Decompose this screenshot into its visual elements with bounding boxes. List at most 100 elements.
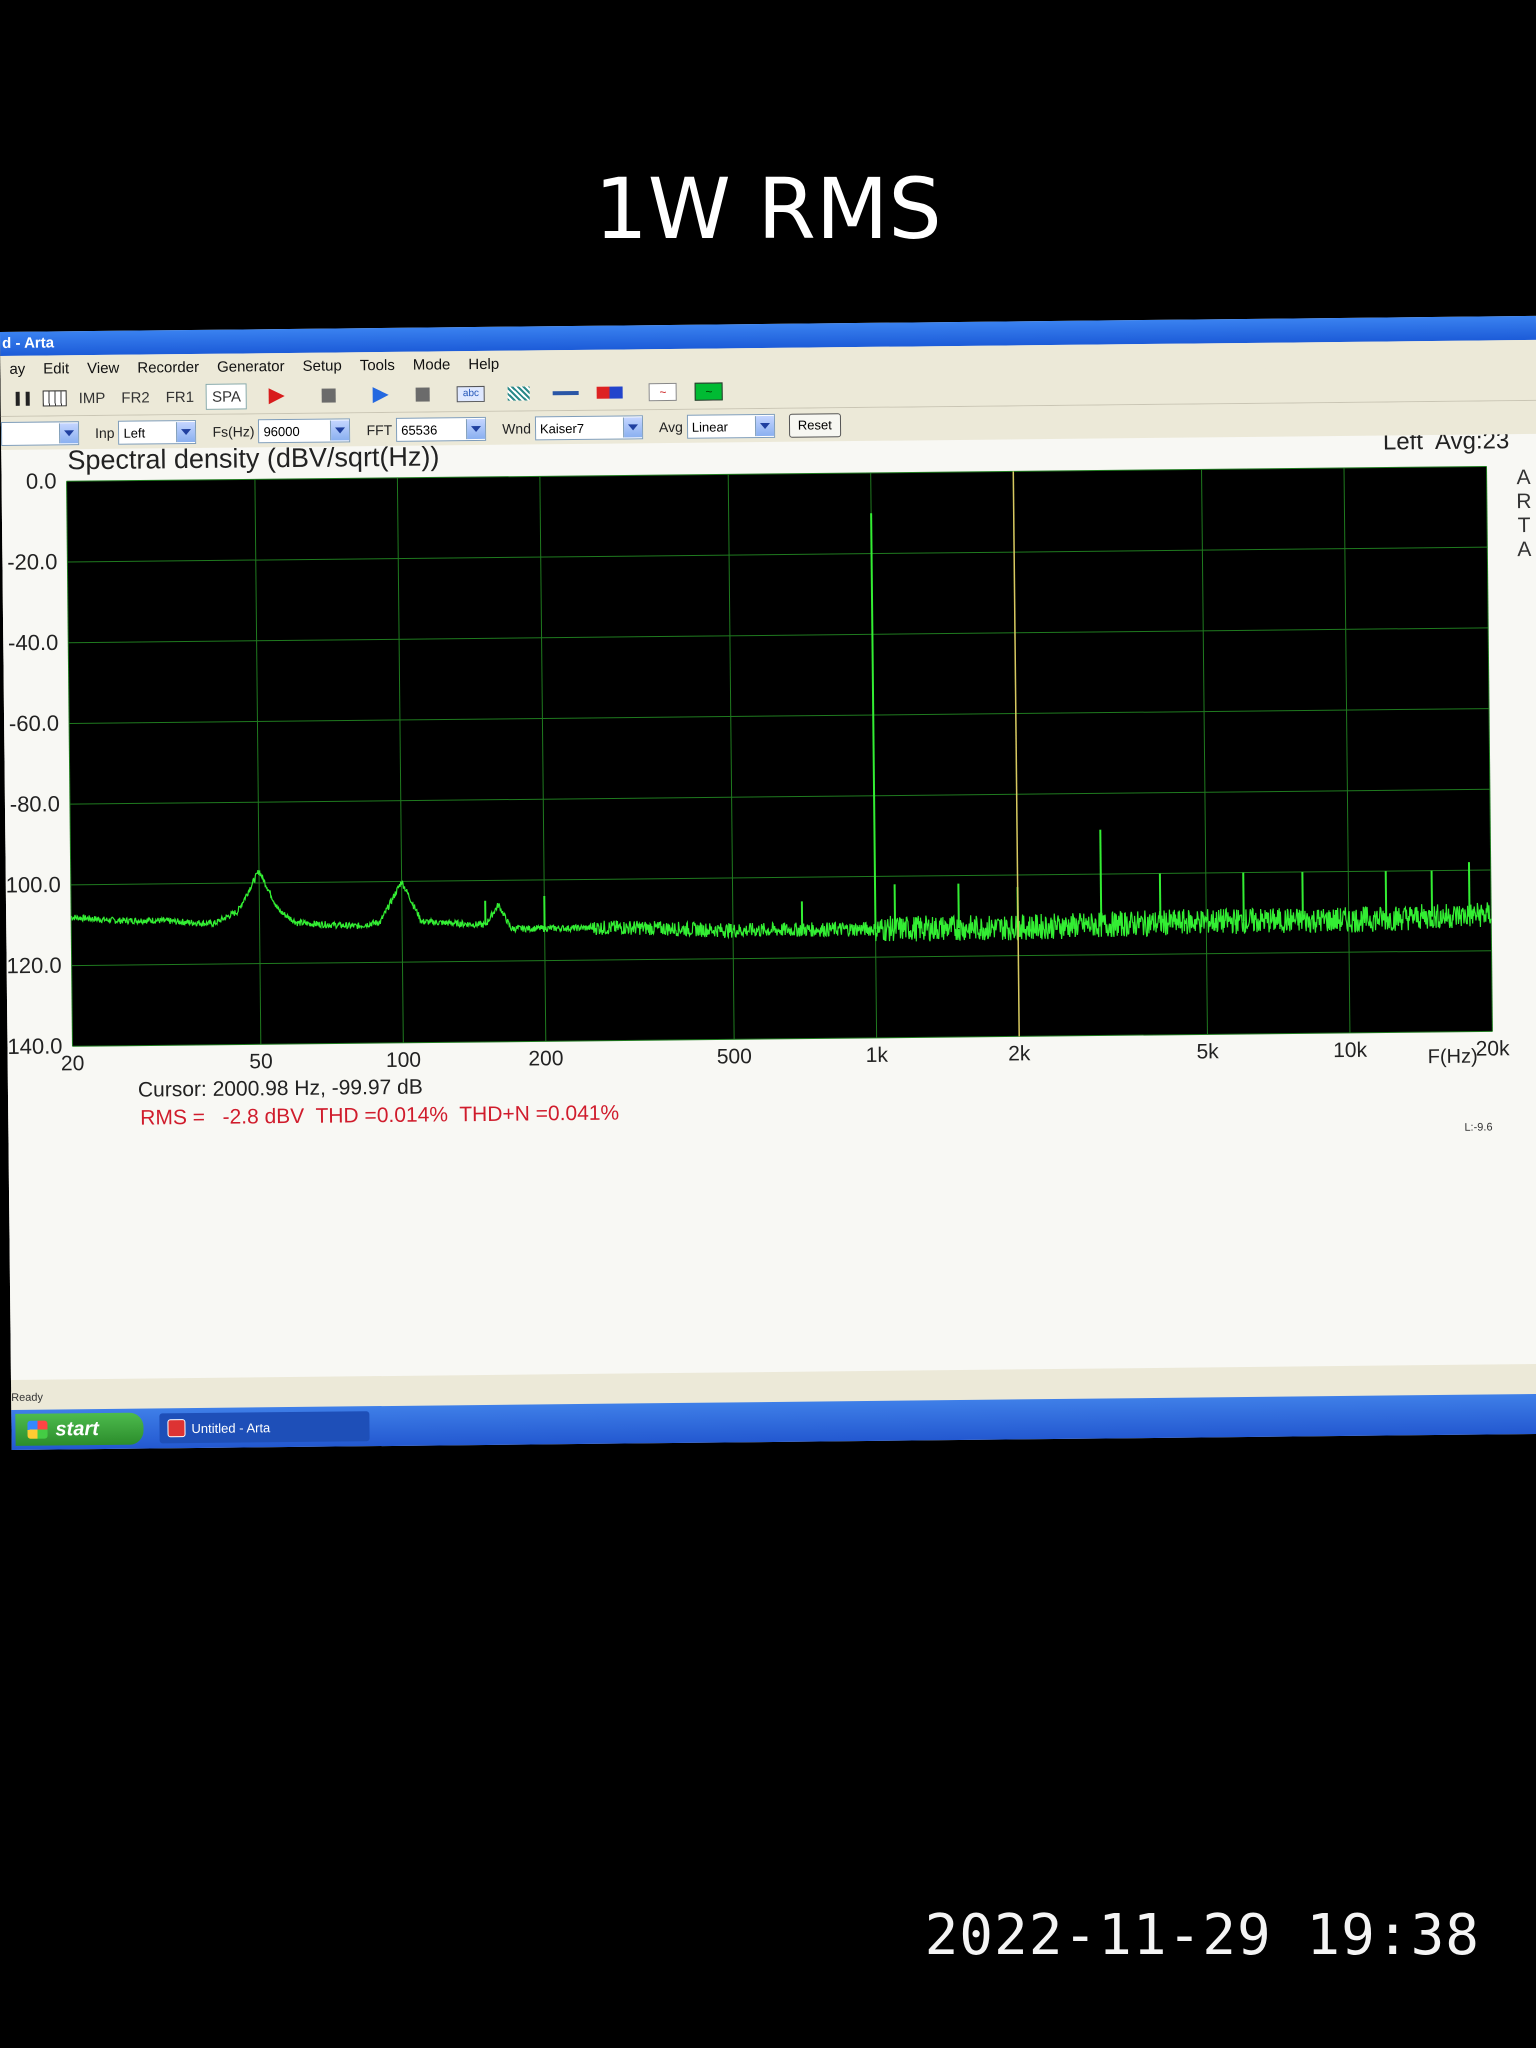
channels-button[interactable] — [596, 380, 623, 404]
cursor-readout: Cursor: 2000.98 Hz, -99.97 dB — [138, 1076, 423, 1102]
sine-wave-icon: ~ — [648, 382, 678, 402]
record-icon — [268, 388, 286, 405]
menu-generator[interactable]: Generator — [208, 357, 294, 376]
pause-icon — [15, 391, 30, 406]
grid-view-button[interactable] — [42, 386, 67, 410]
photo-timestamp: 2022-11-29 19:38 — [924, 1903, 1480, 1968]
slider-button[interactable] — [552, 381, 579, 405]
start-button[interactable]: start — [15, 1412, 144, 1446]
stop-icon — [415, 387, 431, 402]
arta-app-icon — [167, 1419, 186, 1438]
y-tick-label: -120.0 — [1, 953, 62, 979]
menu-play[interactable]: ay — [0, 360, 34, 377]
x-tick-label: 1k — [866, 1044, 889, 1067]
plot-panel: 0.0 -20.0 -40.0 -60.0 -80.0 -100.0 -120.0 -140.… — [0, 427, 1536, 1380]
window-value: Kaiser7 — [539, 420, 585, 436]
generator-button[interactable]: ~ — [648, 380, 678, 404]
chevron-down-icon — [58, 423, 79, 444]
menu-setup[interactable]: Setup — [293, 357, 350, 375]
stop-icon — [321, 388, 337, 403]
photo-caption: 1W RMS — [594, 160, 942, 258]
device-select[interactable] — [0, 421, 80, 446]
menu-help[interactable]: Help — [459, 355, 508, 373]
abc-button[interactable]: abc — [456, 382, 486, 406]
arta-logo: ARTA — [1516, 466, 1531, 561]
plot-background — [66, 466, 1493, 1047]
monitor-screen: d - Arta ay Edit View Recorder Generator… — [0, 315, 1536, 1450]
fft-label: FFT — [366, 421, 393, 439]
status-text: Ready — [11, 1391, 44, 1404]
y-tick-label: -80.0 — [10, 791, 60, 817]
spectral-peak — [1158, 873, 1162, 923]
stop-play-button[interactable] — [411, 382, 435, 406]
spectral-peak — [1242, 872, 1245, 922]
pause-button[interactable] — [11, 387, 35, 411]
chevron-down-icon — [330, 420, 350, 441]
input-channel-value: Left — [123, 424, 146, 441]
y-tick-label: -40.0 — [8, 630, 58, 656]
taskbar-item-label: Untitled - Arta — [191, 1419, 271, 1436]
y-tick-label: -100.0 — [1, 872, 61, 898]
y-tick-labels: 0.0 -20.0 -40.0 -60.0 -80.0 -100.0 -120.0 -140.… — [0, 468, 63, 1059]
avg-label: Avg — [658, 418, 683, 436]
fft-size-select[interactable]: 65536 — [396, 416, 487, 442]
arta-logo-letter: T — [1518, 514, 1531, 537]
menu-view[interactable]: View — [78, 359, 128, 377]
fr2-mode-button[interactable]: FR2 — [117, 385, 154, 409]
abc-icon: abc — [456, 385, 486, 403]
stop-record-button[interactable] — [317, 383, 341, 407]
window-select[interactable]: Kaiser7 — [534, 415, 644, 441]
input-channel-select[interactable]: Left — [118, 419, 197, 445]
chevron-down-icon — [754, 415, 774, 437]
averaging-select[interactable]: Linear — [686, 413, 775, 439]
y-tick-label: -20.0 — [7, 549, 57, 575]
start-label: start — [55, 1417, 99, 1440]
x-tick-label: 20 — [61, 1052, 85, 1075]
x-axis-label: F(Hz) — [1428, 1046, 1478, 1069]
fs-label: Fs(Hz) — [212, 423, 255, 440]
level-readout: L:-9.6 — [1464, 1121, 1492, 1133]
fr1-mode-button[interactable]: FR1 — [162, 385, 199, 409]
hatch-icon — [507, 386, 531, 401]
menu-mode[interactable]: Mode — [404, 356, 460, 374]
scope-button[interactable]: ~ — [694, 379, 724, 403]
rms-thd-readout: RMS = -2.8 dBV THD =0.014% THD+N =0.041% — [140, 1102, 619, 1130]
averaging-value: Linear — [691, 418, 729, 435]
taskbar-item-arta[interactable]: Untitled - Arta — [159, 1411, 370, 1444]
hatch-button[interactable] — [507, 381, 531, 405]
wnd-label: Wnd — [502, 420, 532, 437]
imp-mode-button[interactable]: IMP — [75, 386, 110, 410]
menu-tools[interactable]: Tools — [351, 356, 404, 374]
channel-average-label: Left Avg:23 — [1383, 434, 1510, 456]
fft-size-value: 65536 — [401, 421, 438, 438]
menu-recorder[interactable]: Recorder — [128, 358, 208, 376]
spectral-peak — [1099, 829, 1103, 925]
sample-rate-value: 96000 — [263, 423, 300, 439]
spectrum-chart[interactable]: 0.0 -20.0 -40.0 -60.0 -80.0 -100.0 -120.0 -140.… — [0, 427, 1536, 1380]
x-tick-label: 50 — [249, 1050, 273, 1073]
x-tick-label: 5k — [1196, 1040, 1219, 1063]
slider-icon — [552, 390, 579, 396]
record-button[interactable] — [265, 384, 289, 408]
menu-edit[interactable]: Edit — [34, 360, 78, 377]
arta-logo-letter: A — [1517, 538, 1531, 561]
chevron-down-icon — [176, 421, 196, 443]
windows-flag-icon — [27, 1420, 48, 1439]
chevron-down-icon — [622, 417, 643, 438]
x-tick-label: 100 — [386, 1049, 421, 1072]
arta-logo-letter: R — [1516, 490, 1531, 513]
sample-rate-select[interactable]: 96000 — [258, 418, 351, 444]
spa-mode-button[interactable]: SPA — [205, 383, 248, 410]
spectral-peak — [1467, 862, 1471, 916]
play-icon — [372, 386, 390, 404]
play-button[interactable] — [369, 383, 393, 407]
spectral-peak — [1301, 871, 1304, 921]
y-tick-label: 0.0 — [26, 468, 57, 493]
arta-logo-letter: A — [1516, 466, 1530, 489]
x-tick-label: 20k — [1476, 1037, 1511, 1060]
x-tick-label: 10k — [1333, 1039, 1368, 1062]
x-tick-label: 2k — [1008, 1042, 1031, 1065]
x-tick-label: 200 — [528, 1047, 563, 1070]
reset-button[interactable]: Reset — [788, 413, 841, 438]
channels-icon — [596, 386, 623, 399]
